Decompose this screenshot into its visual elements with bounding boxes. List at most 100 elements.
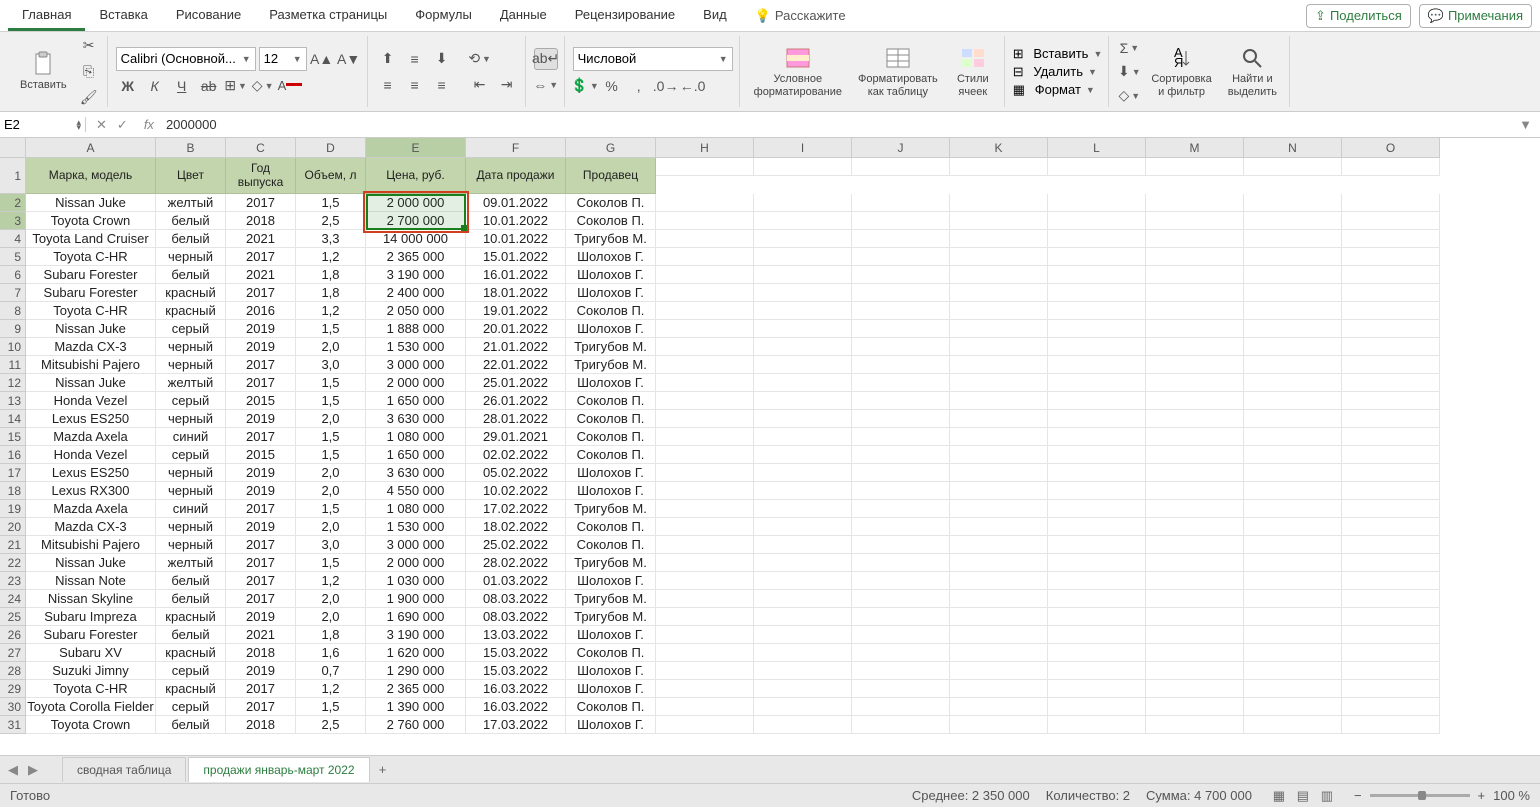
autosum-button[interactable]: Σ▼ [1117, 37, 1141, 59]
data-cell[interactable]: Lexus ES250 [26, 464, 156, 482]
empty-cell[interactable] [1342, 428, 1440, 446]
empty-cell[interactable] [950, 536, 1048, 554]
font-name-combo[interactable]: Calibri (Основной...▼ [116, 47, 256, 71]
data-cell[interactable]: 1 650 000 [366, 392, 466, 410]
data-cell[interactable]: Subaru Forester [26, 284, 156, 302]
data-cell[interactable]: Тригубов М. [566, 554, 656, 572]
data-cell[interactable]: серый [156, 392, 226, 410]
data-cell[interactable]: серый [156, 698, 226, 716]
data-cell[interactable]: 2018 [226, 212, 296, 230]
data-cell[interactable]: черный [156, 338, 226, 356]
data-cell[interactable]: 3,3 [296, 230, 366, 248]
empty-cell[interactable] [1048, 536, 1146, 554]
fx-icon[interactable]: fx [138, 117, 160, 132]
empty-cell[interactable] [754, 518, 852, 536]
data-cell[interactable]: черный [156, 518, 226, 536]
empty-cell[interactable] [754, 212, 852, 230]
empty-cell[interactable] [1244, 446, 1342, 464]
data-cell[interactable]: 1 080 000 [366, 500, 466, 518]
data-cell[interactable]: 3 190 000 [366, 626, 466, 644]
empty-cell[interactable] [950, 626, 1048, 644]
empty-cell[interactable] [1048, 410, 1146, 428]
data-cell[interactable]: Lexus RX300 [26, 482, 156, 500]
empty-cell[interactable] [852, 158, 950, 176]
empty-cell[interactable] [1048, 356, 1146, 374]
row-header-30[interactable]: 30 [0, 698, 26, 716]
empty-cell[interactable] [950, 338, 1048, 356]
empty-cell[interactable] [950, 356, 1048, 374]
data-cell[interactable]: Соколов П. [566, 410, 656, 428]
empty-cell[interactable] [1146, 572, 1244, 590]
empty-cell[interactable] [1342, 644, 1440, 662]
row-header-21[interactable]: 21 [0, 536, 26, 554]
data-cell[interactable]: 3 630 000 [366, 410, 466, 428]
empty-cell[interactable] [852, 338, 950, 356]
empty-cell[interactable] [1244, 320, 1342, 338]
data-cell[interactable]: 2015 [226, 392, 296, 410]
empty-cell[interactable] [852, 428, 950, 446]
tab-view[interactable]: Вид [689, 1, 741, 31]
comments-button[interactable]: 💬Примечания [1419, 4, 1532, 28]
empty-cell[interactable] [1244, 608, 1342, 626]
empty-cell[interactable] [754, 158, 852, 176]
empty-cell[interactable] [1048, 392, 1146, 410]
empty-cell[interactable] [852, 482, 950, 500]
empty-cell[interactable] [950, 248, 1048, 266]
data-cell[interactable]: Шолохов Г. [566, 320, 656, 338]
empty-cell[interactable] [1048, 338, 1146, 356]
data-cell[interactable]: 1 620 000 [366, 644, 466, 662]
empty-cell[interactable] [852, 392, 950, 410]
row-header-11[interactable]: 11 [0, 356, 26, 374]
align-center-button[interactable]: ≡ [403, 74, 427, 96]
data-cell[interactable]: 2019 [226, 482, 296, 500]
data-cell[interactable]: Mazda Axela [26, 428, 156, 446]
data-cell[interactable]: 1,2 [296, 680, 366, 698]
empty-cell[interactable] [656, 392, 754, 410]
empty-cell[interactable] [852, 644, 950, 662]
empty-cell[interactable] [754, 482, 852, 500]
empty-cell[interactable] [1146, 680, 1244, 698]
data-cell[interactable]: Соколов П. [566, 212, 656, 230]
data-cell[interactable]: 3 190 000 [366, 266, 466, 284]
empty-cell[interactable] [1146, 662, 1244, 680]
tab-insert[interactable]: Вставка [85, 1, 161, 31]
empty-cell[interactable] [852, 374, 950, 392]
data-cell[interactable]: Соколов П. [566, 428, 656, 446]
empty-cell[interactable] [656, 572, 754, 590]
data-cell[interactable]: 09.01.2022 [466, 194, 566, 212]
data-cell[interactable]: Toyota Corolla Fielder [26, 698, 156, 716]
data-cell[interactable]: Subaru Forester [26, 266, 156, 284]
font-color-button[interactable]: А [278, 75, 302, 97]
empty-cell[interactable] [1146, 590, 1244, 608]
data-cell[interactable]: Тригубов М. [566, 338, 656, 356]
empty-cell[interactable] [1146, 194, 1244, 212]
empty-cell[interactable] [656, 194, 754, 212]
row-header-13[interactable]: 13 [0, 392, 26, 410]
empty-cell[interactable] [656, 716, 754, 734]
empty-cell[interactable] [656, 536, 754, 554]
empty-cell[interactable] [852, 590, 950, 608]
empty-cell[interactable] [852, 266, 950, 284]
table-header-cell[interactable]: Годвыпуска [226, 158, 296, 194]
data-cell[interactable]: желтый [156, 194, 226, 212]
data-cell[interactable]: Subaru Forester [26, 626, 156, 644]
conditional-formatting-button[interactable]: Условное форматирование [748, 43, 848, 99]
empty-cell[interactable] [950, 446, 1048, 464]
data-cell[interactable]: 1,8 [296, 266, 366, 284]
zoom-control[interactable]: − + 100 % [1354, 788, 1530, 803]
paste-button[interactable]: Вставить [14, 49, 73, 93]
cell-styles-button[interactable]: Стили ячеек [948, 43, 998, 99]
empty-cell[interactable] [656, 518, 754, 536]
data-cell[interactable]: 15.03.2022 [466, 644, 566, 662]
empty-cell[interactable] [950, 212, 1048, 230]
data-cell[interactable]: 1,2 [296, 572, 366, 590]
empty-cell[interactable] [852, 698, 950, 716]
empty-cell[interactable] [1244, 518, 1342, 536]
data-cell[interactable]: 10.01.2022 [466, 212, 566, 230]
data-cell[interactable]: 2019 [226, 662, 296, 680]
empty-cell[interactable] [1146, 374, 1244, 392]
data-cell[interactable]: 2 000 000 [366, 194, 466, 212]
data-cell[interactable]: 2,0 [296, 482, 366, 500]
add-sheet-button[interactable]: + [372, 762, 394, 777]
data-cell[interactable]: Nissan Juke [26, 194, 156, 212]
